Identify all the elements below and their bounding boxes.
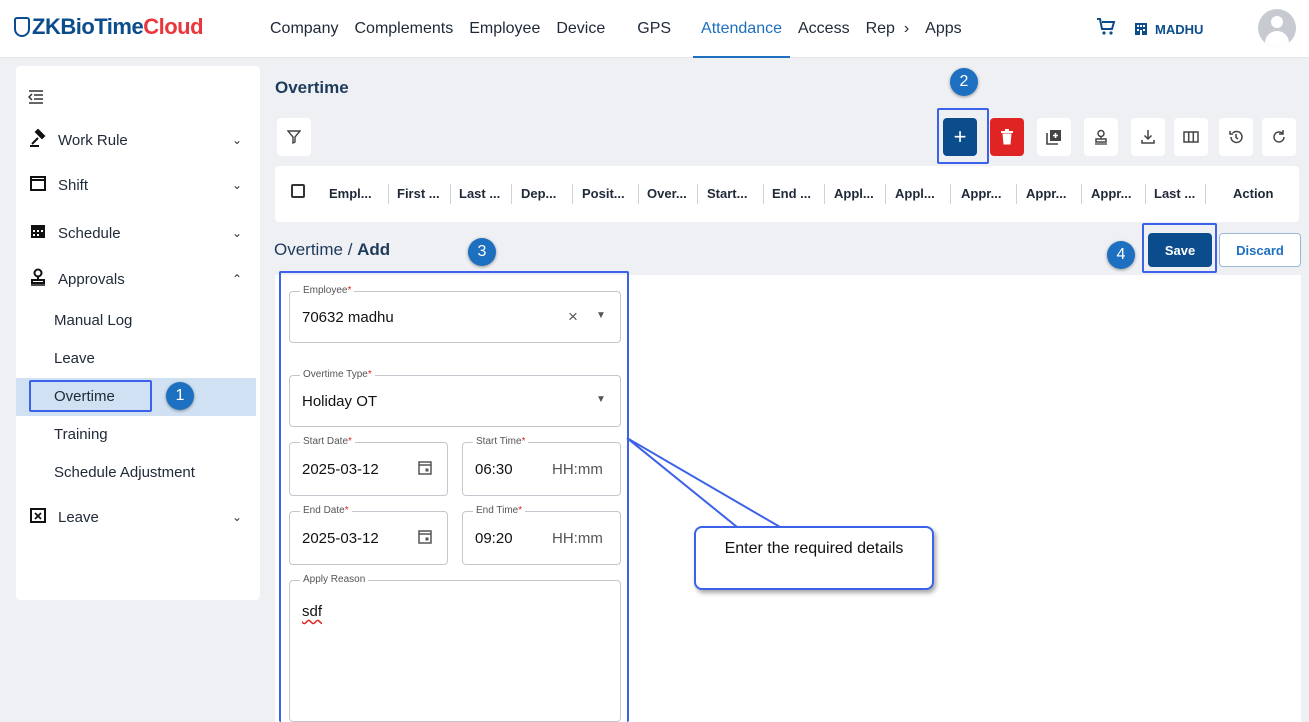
sidebar-item-label: Approvals — [58, 270, 125, 288]
shield-logo-icon — [14, 17, 30, 37]
gavel-icon — [28, 128, 48, 152]
chevron-down-icon: ⌄ — [231, 133, 242, 147]
column-header[interactable]: First ... — [397, 186, 440, 201]
column-header[interactable]: Appr... — [961, 186, 1001, 201]
breadcrumb-separator: / — [342, 240, 358, 259]
sidebar-item-leave-approval[interactable]: Leave — [54, 350, 95, 367]
nav-attendance[interactable]: Attendance — [693, 0, 790, 58]
batch-add-button[interactable] — [1037, 118, 1071, 156]
page-title: Overtime — [275, 78, 349, 97]
sidebar-item-training[interactable]: Training — [54, 426, 108, 443]
sidebar-item-shift[interactable]: Shift ⌄ — [28, 170, 254, 200]
column-header[interactable]: Appr... — [1091, 186, 1131, 201]
sidebar-item-label: Schedule — [58, 224, 121, 242]
export-button[interactable] — [1131, 118, 1165, 156]
column-header[interactable]: Appl... — [895, 186, 935, 201]
logo-accent-text: Cloud — [143, 14, 204, 39]
chevron-down-icon: ⌄ — [231, 510, 242, 524]
breadcrumb: Overtime / Add — [274, 240, 390, 260]
delete-button[interactable] — [990, 118, 1024, 156]
user-name: MADHU — [1155, 22, 1204, 37]
top-navigation-bar: ZKBioTime Cloud Company Complements Emplo… — [0, 0, 1309, 58]
breadcrumb-parent[interactable]: Overtime — [274, 240, 343, 259]
logo-main-text: ZKBioTime — [32, 14, 144, 39]
column-header[interactable]: Last ... — [459, 186, 500, 201]
calendar-grid-icon — [28, 222, 48, 245]
calendar-outline-icon — [28, 174, 48, 197]
nav-reports-label: Rep — [865, 20, 895, 37]
callout-enter-details: Enter the required details — [694, 526, 934, 590]
refresh-icon — [1273, 130, 1285, 143]
step-badge-3: 3 — [468, 238, 496, 266]
chevron-right-icon: › — [903, 20, 910, 37]
column-header[interactable]: End ... — [772, 186, 811, 201]
avatar[interactable] — [1258, 9, 1296, 47]
column-header[interactable]: Posit... — [582, 186, 625, 201]
main-nav: Company Complements Employee Device GPS … — [262, 0, 970, 58]
column-header[interactable]: Appl... — [834, 186, 874, 201]
nav-gps[interactable]: GPS — [629, 0, 679, 58]
highlight-save-button — [1142, 223, 1217, 273]
column-header[interactable]: Dep... — [521, 186, 556, 201]
breadcrumb-current: Add — [357, 240, 391, 259]
step-badge-4: 4 — [1107, 241, 1135, 269]
overtime-table: Empl... First ... Last ... Dep... Posit.… — [275, 166, 1299, 222]
nav-reports[interactable]: Rep › — [858, 0, 918, 58]
collapse-menu-icon[interactable] — [27, 90, 44, 109]
history-icon — [1229, 130, 1243, 144]
column-header-action: Action — [1233, 186, 1274, 201]
approve-button[interactable] — [1084, 118, 1118, 156]
sidebar-item-schedule[interactable]: Schedule ⌄ — [28, 218, 254, 248]
sidebar-item-schedule-adjustment[interactable]: Schedule Adjustment — [54, 464, 195, 481]
refresh-button[interactable] — [1262, 118, 1296, 156]
callout-pointer — [626, 437, 784, 528]
sidebar-item-label: Work Rule — [58, 131, 128, 149]
sidebar-item-leave[interactable]: Leave ⌄ — [28, 502, 254, 532]
highlight-overtime-menu — [29, 380, 152, 412]
highlight-add-button — [937, 108, 989, 164]
select-all-checkbox[interactable] — [291, 184, 305, 198]
sidebar-item-label: Leave — [58, 508, 99, 526]
copy-plus-icon — [1046, 130, 1061, 145]
download-icon — [1141, 130, 1155, 144]
chevron-down-icon: ⌄ — [231, 226, 242, 240]
step-badge-1: 1 — [166, 382, 194, 410]
columns-icon — [1183, 131, 1199, 143]
columns-button[interactable] — [1174, 118, 1208, 156]
sidebar-item-work-rule[interactable]: Work Rule ⌄ — [28, 125, 254, 155]
sidebar-item-label: Shift — [58, 176, 89, 194]
building-icon — [1133, 20, 1149, 39]
trash-icon — [1001, 129, 1013, 145]
stamp-icon — [28, 268, 48, 291]
nav-apps[interactable]: Apps — [917, 0, 969, 58]
column-header[interactable]: Over... — [647, 186, 687, 201]
nav-company[interactable]: Company — [262, 0, 346, 58]
highlight-form-area — [279, 271, 629, 722]
sidebar-item-manual-log[interactable]: Manual Log — [54, 312, 132, 329]
column-header[interactable]: Empl... — [329, 186, 372, 201]
nav-employee[interactable]: Employee — [461, 0, 548, 58]
nav-device[interactable]: Device — [548, 0, 613, 58]
history-button[interactable] — [1219, 118, 1253, 156]
cart-icon[interactable] — [1096, 17, 1116, 42]
company-user-menu[interactable]: MADHU — [1133, 20, 1203, 39]
discard-button[interactable]: Discard — [1219, 233, 1301, 267]
app-logo[interactable]: ZKBioTime Cloud — [14, 14, 204, 40]
column-header[interactable]: Start... — [707, 186, 747, 201]
nav-complements[interactable]: Complements — [346, 0, 461, 58]
column-header[interactable]: Appr... — [1026, 186, 1066, 201]
calendar-x-icon — [28, 506, 48, 529]
column-header[interactable]: Last ... — [1154, 186, 1195, 201]
step-badge-2: 2 — [950, 68, 978, 96]
nav-access[interactable]: Access — [790, 0, 858, 58]
chevron-down-icon: ⌄ — [231, 178, 242, 192]
filter-button[interactable] — [277, 118, 311, 156]
sidebar-item-approvals[interactable]: Approvals ⌃ — [28, 264, 254, 294]
stamp-icon — [1095, 129, 1107, 145]
filter-icon — [287, 130, 301, 144]
chevron-up-icon: ⌃ — [231, 272, 242, 286]
